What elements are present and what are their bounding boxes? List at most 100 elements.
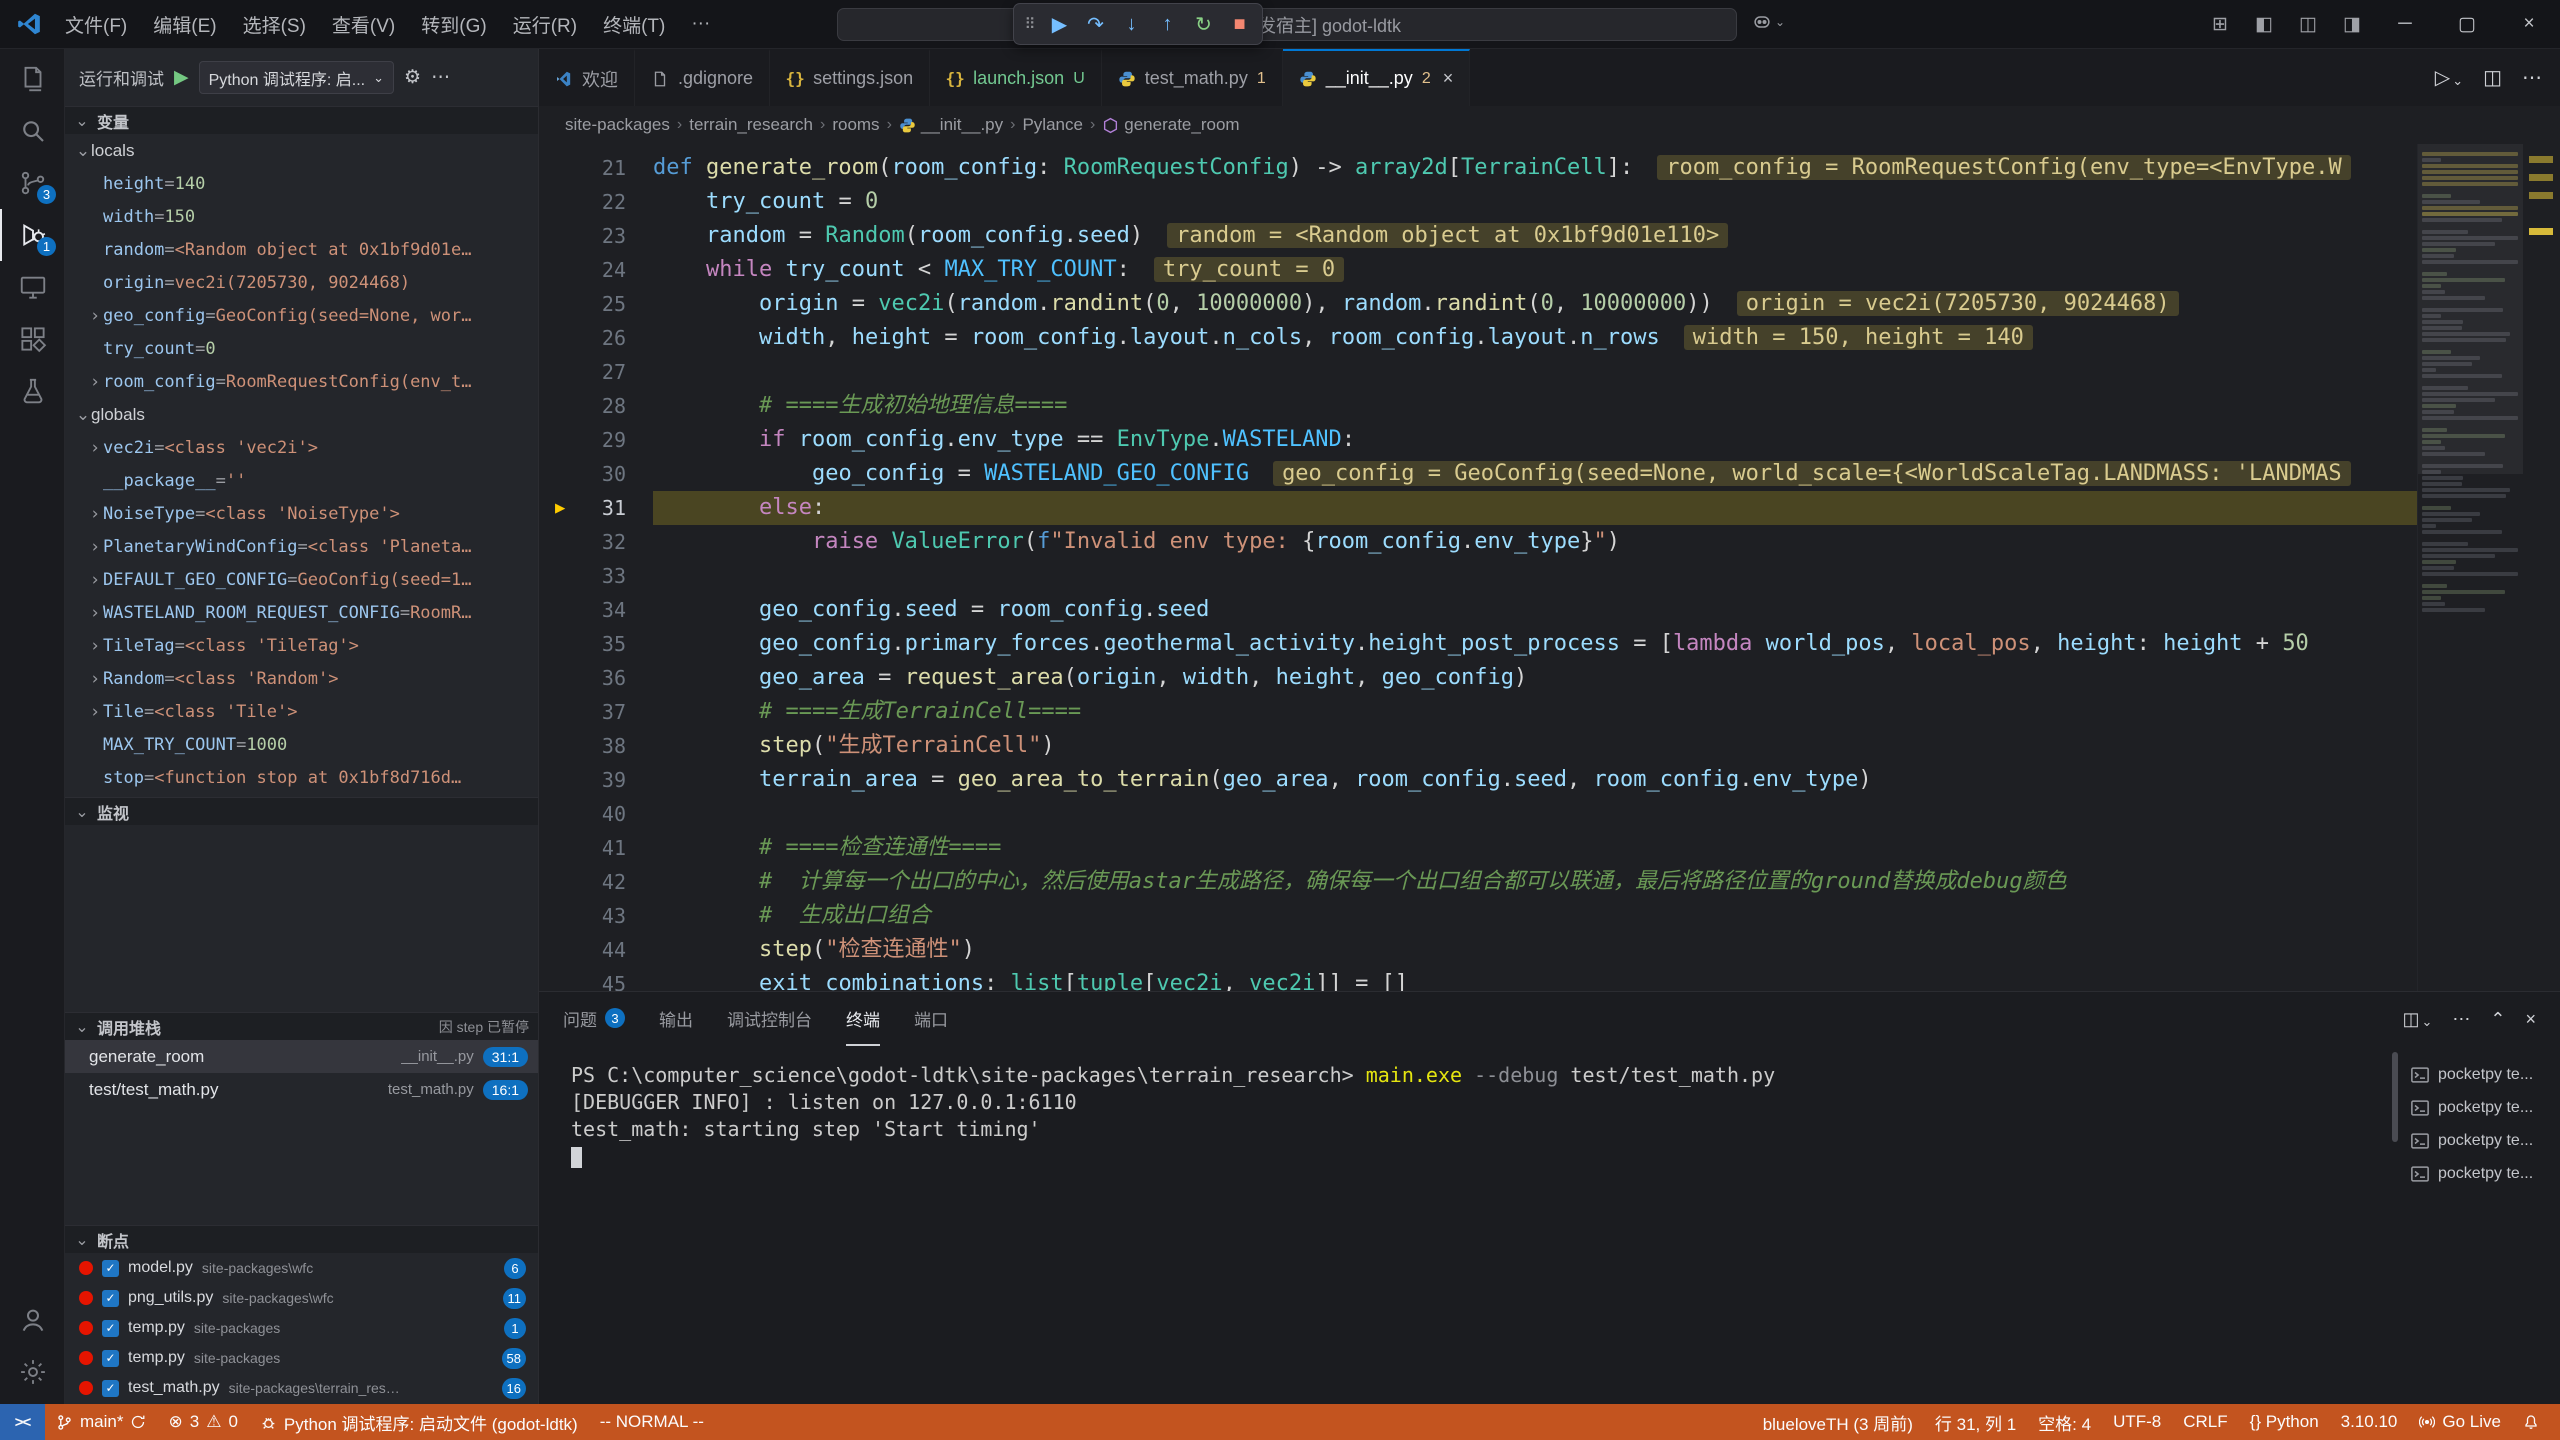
breakpoint-row[interactable]: ✓temp.pysite-packages1 [65, 1313, 538, 1343]
run-python-file[interactable]: ▷⌄ [2435, 65, 2463, 90]
minimap-slider[interactable] [2418, 144, 2523, 474]
gear-icon[interactable]: ⚙ [404, 66, 421, 89]
activity-source-control[interactable]: 3 [0, 157, 64, 209]
vim-mode[interactable]: -- NORMAL -- [589, 1404, 715, 1440]
panel-tab-端口[interactable]: 端口 [914, 992, 948, 1046]
variable-row[interactable]: ›vec2i = <class 'vec2i'> [65, 431, 538, 464]
call-stack-frame[interactable]: generate_room__init__.py31:1 [65, 1040, 538, 1073]
split-editor[interactable]: ◫ [2483, 65, 2502, 90]
variable-row[interactable]: MAX_TRY_COUNT = 1000 [65, 728, 538, 761]
code-editor[interactable]: 2021def generate_room(room_config: RoomR… [539, 144, 2560, 991]
go-live[interactable]: Go Live [2408, 1404, 2512, 1440]
variables-group-globals[interactable]: ⌄globals [65, 398, 538, 431]
panel-tab-终端[interactable]: 终端 [846, 992, 880, 1046]
notifications-bell[interactable] [2512, 1404, 2550, 1440]
call-stack-header[interactable]: ⌄ 调用堆栈 因 step 已暂停 [65, 1012, 538, 1040]
toggle-secondary-sidebar-icon[interactable]: ◨ [2330, 0, 2374, 48]
variable-row[interactable]: __package__ = '' [65, 464, 538, 497]
remote-indicator[interactable]: >< [0, 1404, 45, 1440]
activity-extensions[interactable] [0, 313, 64, 365]
stop-button[interactable]: ■ [1223, 8, 1256, 41]
command-center-search[interactable]: [扩展开发宿主] godot-ldtk [837, 8, 1737, 41]
breadcrumb-item[interactable]: terrain_research [689, 115, 813, 135]
variables-header[interactable]: ⌄ 变量 [65, 106, 538, 134]
language-mode[interactable]: {} Python [2239, 1404, 2330, 1440]
copilot-menu[interactable]: ⌄ [1752, 12, 1785, 32]
breadcrumb-item[interactable]: site-packages [565, 115, 670, 135]
breakpoint-row[interactable]: ✓test_math.pysite-packages\terrain_res…1… [65, 1373, 538, 1403]
overview-ruler[interactable] [2523, 144, 2560, 991]
breadcrumb-item[interactable]: rooms [832, 115, 879, 135]
menu-item-2[interactable]: 选择(S) [230, 0, 319, 48]
panel-more-actions[interactable]: ⋯ [2452, 1009, 2470, 1030]
terminal-scrollbar[interactable] [2388, 1046, 2402, 1404]
layout-grid-icon[interactable]: ⊞ [2198, 0, 2242, 48]
watch-header[interactable]: ⌄ 监视 [65, 797, 538, 825]
breakpoint-checkbox[interactable]: ✓ [102, 1350, 119, 1367]
minimap[interactable] [2417, 144, 2523, 991]
variable-row[interactable]: ›Random = <class 'Random'> [65, 662, 538, 695]
maximize-button[interactable]: ▢ [2436, 0, 2498, 48]
variable-row[interactable]: ›room_config = RoomRequestConfig(env_t… [65, 365, 538, 398]
scrollbar-thumb[interactable] [2392, 1052, 2398, 1142]
activity-accounts[interactable] [0, 1294, 64, 1346]
branch-status[interactable]: main* [45, 1404, 157, 1440]
encoding[interactable]: UTF-8 [2102, 1404, 2172, 1440]
variable-row[interactable]: ›TileTag = <class 'TileTag'> [65, 629, 538, 662]
menu-item-6[interactable]: 终端(T) [590, 0, 678, 48]
breakpoint-checkbox[interactable]: ✓ [102, 1320, 119, 1337]
breadcrumb-item[interactable]: generate_room [1102, 115, 1239, 135]
panel-close[interactable]: × [2525, 1009, 2536, 1030]
debug-status[interactable]: Python 调试程序: 启动文件 (godot-ldtk) [249, 1404, 589, 1440]
activity-run-and-debug[interactable]: 1 [0, 209, 64, 261]
breadcrumb-item[interactable]: Pylance [1022, 115, 1082, 135]
menu-item-5[interactable]: 运行(R) [500, 0, 590, 48]
menu-item-1[interactable]: 编辑(E) [140, 0, 229, 48]
menu-item-3[interactable]: 查看(V) [319, 0, 408, 48]
continue-button[interactable]: ▶ [1043, 8, 1076, 41]
variable-row[interactable]: ›Tile = <class 'Tile'> [65, 695, 538, 728]
eol[interactable]: CRLF [2172, 1404, 2238, 1440]
variables-group-locals[interactable]: ⌄locals [65, 134, 538, 167]
tab-__init__.py[interactable]: __init__.py2× [1283, 49, 1471, 106]
problems-status[interactable]: ⊗3⚠0 [157, 1404, 248, 1440]
menu-item-0[interactable]: 文件(F) [52, 0, 140, 48]
breakpoint-checkbox[interactable]: ✓ [102, 1290, 119, 1307]
editor-more-actions[interactable]: ⋯ [2522, 65, 2542, 90]
variable-row[interactable]: try_count = 0 [65, 332, 538, 365]
breakpoint-row[interactable]: ✓model.pysite-packages\wfc6 [65, 1253, 538, 1283]
call-stack-frame[interactable]: test/test_math.pytest_math.py16:1 [65, 1073, 538, 1106]
code-content[interactable]: 2021def generate_room(room_config: RoomR… [539, 144, 2417, 991]
start-debugging-icon[interactable]: ▶ [174, 66, 189, 89]
minimize-button[interactable]: ─ [2374, 0, 2436, 48]
breakpoints-header[interactable]: ⌄ 断点 [65, 1225, 538, 1253]
tab-.gdignore[interactable]: .gdignore [635, 49, 770, 106]
breakpoint-row[interactable]: ✓temp.pysite-packages58 [65, 1343, 538, 1373]
step-out-button[interactable]: ↑ [1151, 8, 1184, 41]
variable-row[interactable]: height = 140 [65, 167, 538, 200]
variable-row[interactable]: ›geo_config = GeoConfig(seed=None, wor… [65, 299, 538, 332]
toggle-panel-icon[interactable]: ◫ [2286, 0, 2330, 48]
step-into-button[interactable]: ↓ [1115, 8, 1148, 41]
panel-tab-输出[interactable]: 输出 [659, 992, 693, 1046]
menu-item-4[interactable]: 转到(G) [408, 0, 499, 48]
toggle-primary-sidebar-icon[interactable]: ◧ [2242, 0, 2286, 48]
terminal-list-item[interactable]: pocketpy te... [2402, 1091, 2560, 1124]
variable-row[interactable]: ›NoiseType = <class 'NoiseType'> [65, 497, 538, 530]
panel-tab-调试控制台[interactable]: 调试控制台 [727, 992, 812, 1046]
variable-row[interactable]: random = <Random object at 0x1bf9d01e… [65, 233, 538, 266]
close-icon[interactable]: × [1443, 68, 1454, 89]
activity-remote-explorer[interactable] [0, 261, 64, 313]
activity-search[interactable] [0, 105, 64, 157]
terminal-output[interactable]: PS C:\computer_science\godot-ldtk\site-p… [539, 1046, 2388, 1404]
activity-manage[interactable] [0, 1346, 64, 1398]
more-actions-icon[interactable]: ⋯ [431, 66, 450, 89]
cursor-position[interactable]: 行 31, 列 1 [1924, 1404, 2027, 1440]
variable-row[interactable]: ›DEFAULT_GEO_CONFIG = GeoConfig(seed=1… [65, 563, 538, 596]
breakpoint-row[interactable]: ✓png_utils.pysite-packages\wfc11 [65, 1283, 538, 1313]
variable-row[interactable]: stop = <function stop at 0x1bf8d716d… [65, 761, 538, 794]
menu-item-7[interactable]: ··· [678, 0, 723, 48]
breakpoint-checkbox[interactable]: ✓ [102, 1260, 119, 1277]
tab-test_math.py[interactable]: test_math.py1 [1102, 49, 1283, 106]
panel-tab-问题[interactable]: 问题3 [563, 992, 625, 1046]
